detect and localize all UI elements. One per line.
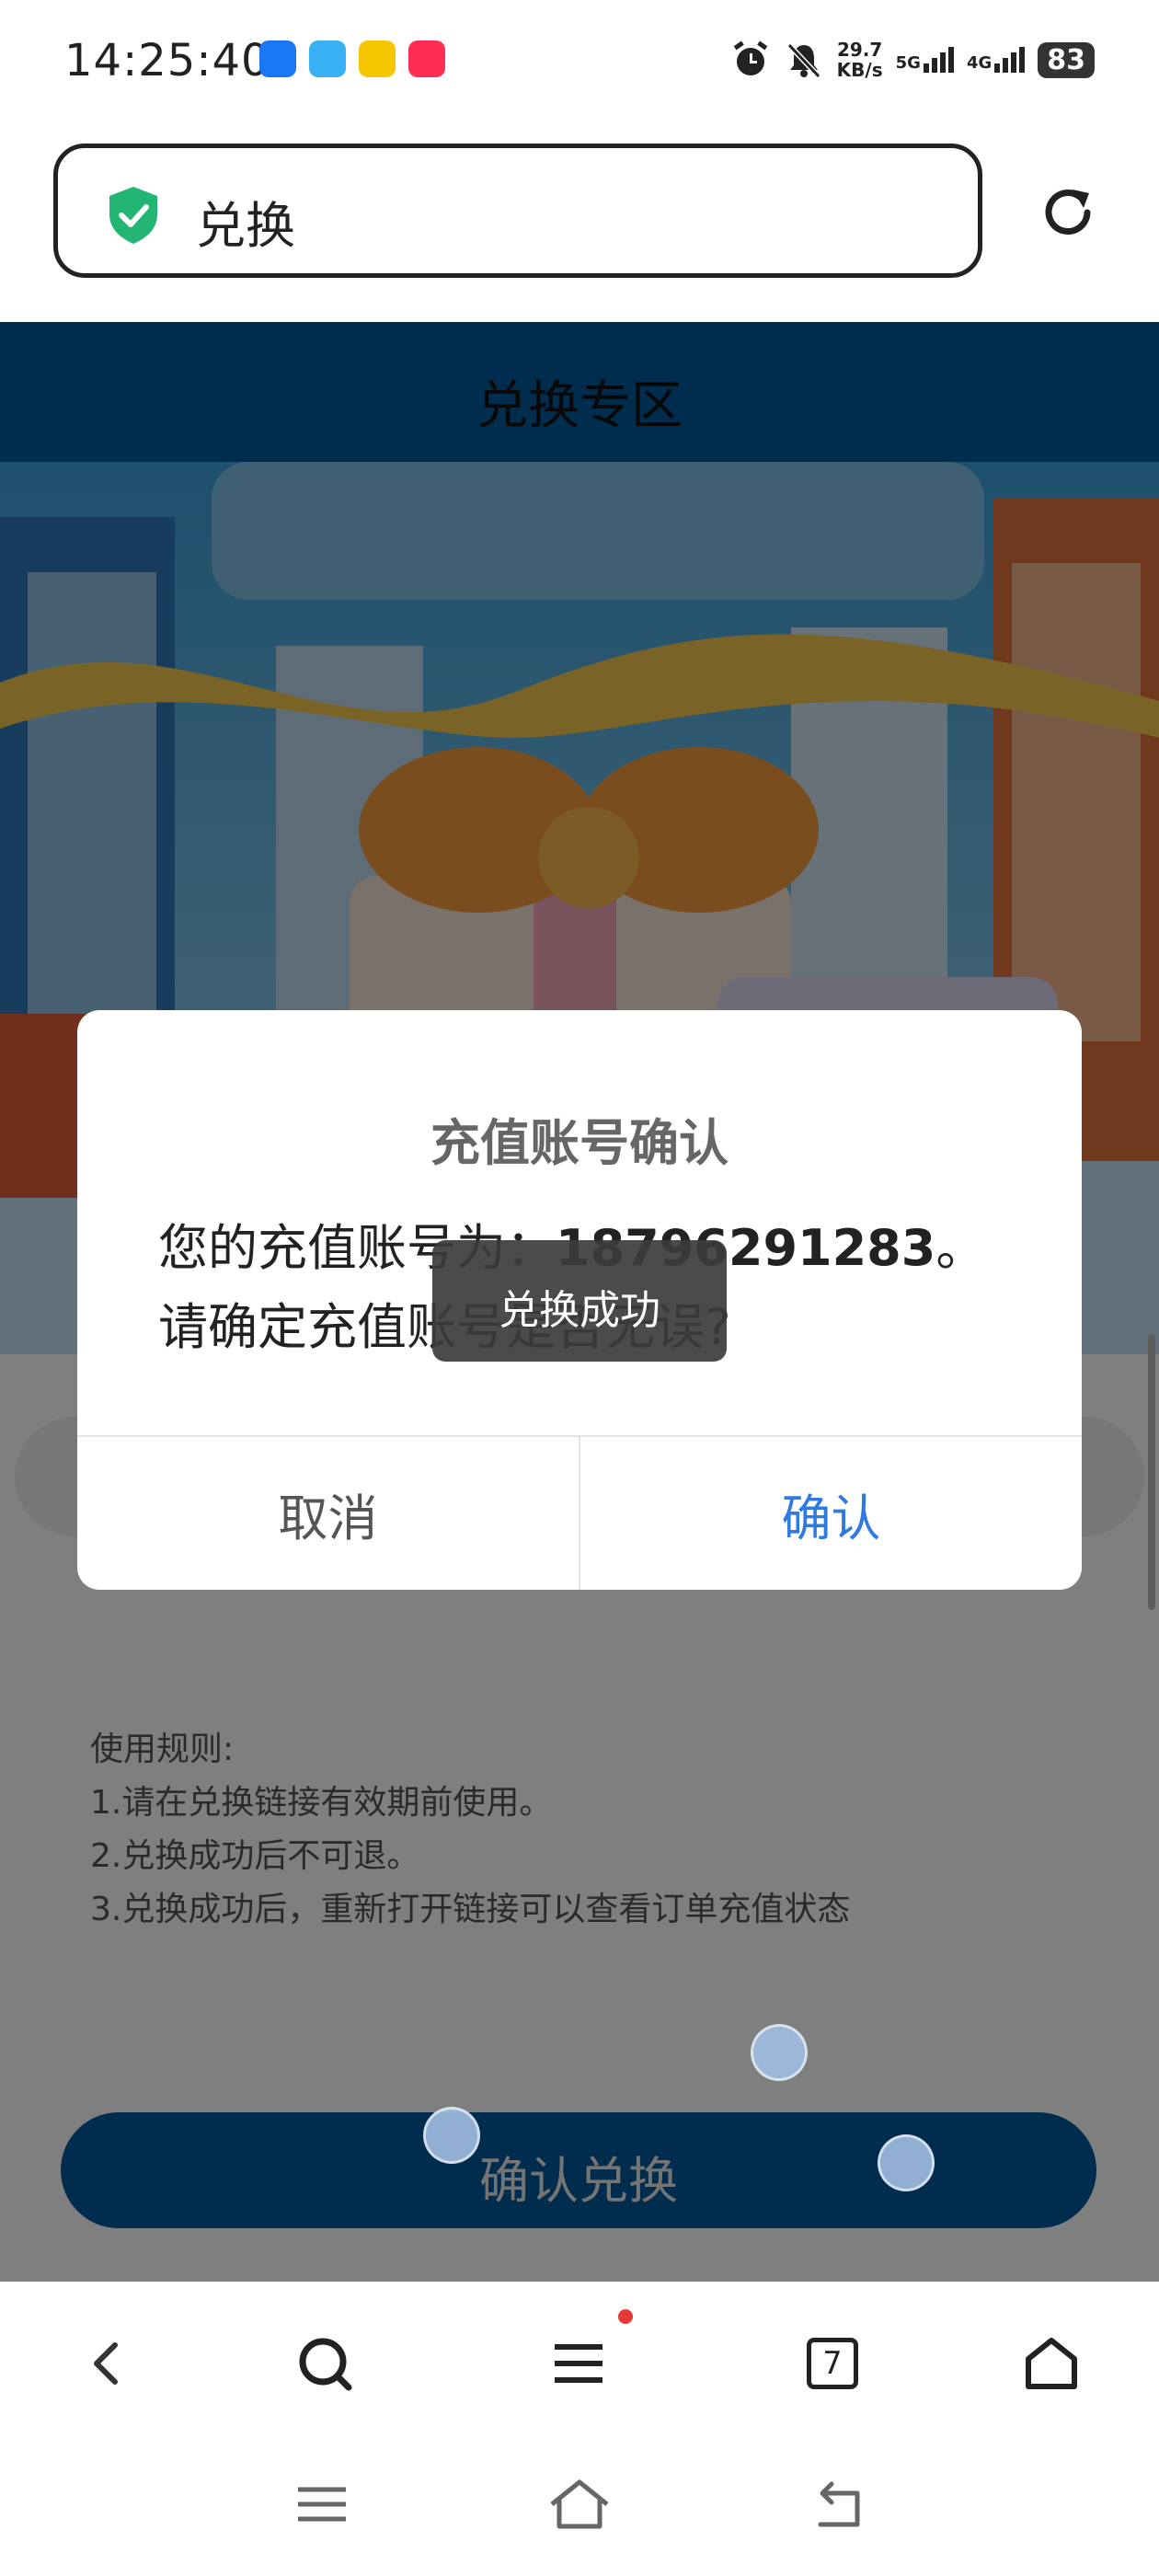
tabs-button[interactable]: 7 [791, 2322, 874, 2405]
shield-check-icon [109, 187, 157, 244]
signal-sim1-icon: 5G [896, 47, 954, 73]
recents-icon[interactable] [294, 2482, 350, 2528]
status-time: 14:25:40 [64, 35, 270, 86]
home-icon [1026, 2338, 1077, 2389]
dialog-title: 充值账号确认 [430, 1114, 729, 1172]
back-icon [94, 2342, 118, 2385]
touch-indicator [423, 2107, 480, 2164]
confirm-button[interactable]: 确认 [580, 1437, 1082, 1590]
app-notification-icon [309, 40, 346, 77]
tabs-icon: 7 [807, 2338, 858, 2389]
tab-count: 7 [822, 2345, 843, 2382]
notification-dot [618, 2309, 633, 2324]
toast: 兑换成功 [432, 1240, 727, 1362]
signal-sim2-icon: 4G [967, 47, 1026, 73]
address-bar[interactable]: 兑换 [53, 144, 982, 278]
alarm-icon [733, 40, 767, 75]
browser-toolbar: 7 [0, 2282, 1159, 2438]
search-icon [299, 2338, 352, 2391]
battery-icon: 83 [1038, 41, 1095, 78]
reload-icon[interactable] [1038, 182, 1098, 243]
app-notification-icon [359, 40, 396, 77]
status-bar: 14:25:40 29.7 KB/s 5G 4G 83 [0, 0, 1159, 129]
app-notification-icon [259, 40, 296, 77]
mute-bell-icon [786, 42, 820, 79]
touch-indicator [878, 2134, 935, 2191]
network-speed: 29.7 KB/s [836, 39, 883, 81]
status-icons: 29.7 KB/s 5G 4G 83 [730, 37, 1095, 83]
system-navigation-bar [0, 2438, 1159, 2576]
address-text[interactable]: 兑换 [196, 185, 295, 258]
touch-indicator [751, 2024, 808, 2081]
back-icon[interactable] [809, 2480, 865, 2530]
home-button[interactable] [1010, 2322, 1093, 2405]
menu-icon [555, 2344, 602, 2383]
menu-button[interactable] [537, 2322, 620, 2405]
home-icon[interactable] [548, 2478, 611, 2530]
toast-text: 兑换成功 [499, 1287, 660, 1334]
cancel-button[interactable]: 取消 [77, 1437, 579, 1590]
search-button[interactable] [283, 2322, 366, 2405]
app-notification-icon [408, 40, 445, 77]
back-button[interactable] [66, 2322, 149, 2405]
